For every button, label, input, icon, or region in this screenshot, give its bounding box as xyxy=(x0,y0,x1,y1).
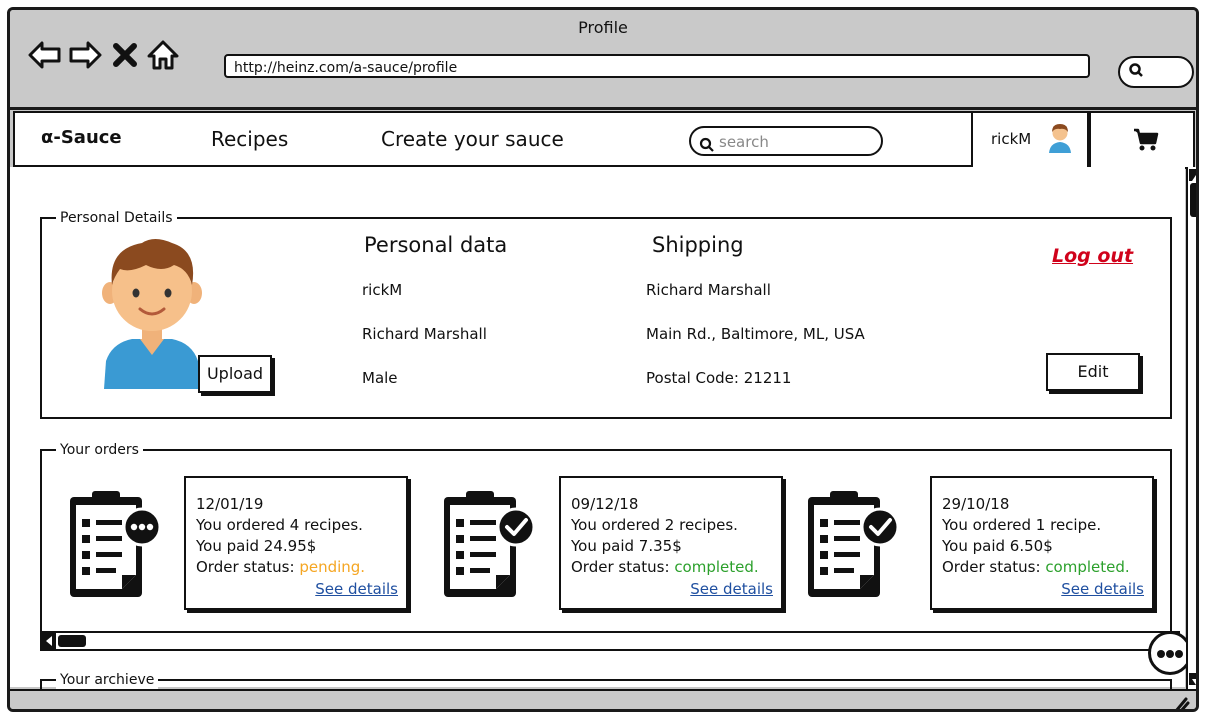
menu-item-create-sauce[interactable]: Create your sauce xyxy=(381,127,564,151)
personal-username: rickM xyxy=(362,281,403,299)
profile-avatar xyxy=(102,235,202,393)
site-search-input[interactable]: search xyxy=(689,126,883,156)
order-card: 09/12/18 You ordered 2 recipes. You paid… xyxy=(559,476,783,610)
shipping-postal-code: Postal Code: 21211 xyxy=(646,369,792,387)
browser-search-field[interactable] xyxy=(1118,56,1194,88)
scroll-thumb[interactable] xyxy=(1190,183,1196,217)
status-value: completed. xyxy=(1045,558,1130,576)
order-completed-icon xyxy=(804,489,900,605)
order-card: 12/01/19 You ordered 4 recipes. You paid… xyxy=(184,476,408,610)
archive-legend: Your archieve xyxy=(56,671,159,689)
browser-window: Profile http://heinz.com/a-sauce/profile… xyxy=(7,7,1199,712)
search-icon xyxy=(1128,62,1144,82)
cart-icon xyxy=(1133,127,1159,157)
see-details-link[interactable]: See details xyxy=(315,579,398,600)
scroll-thumb[interactable] xyxy=(58,635,86,647)
status-value: completed. xyxy=(674,558,759,576)
personal-data-heading: Personal data xyxy=(364,233,508,257)
order-date: 12/01/19 xyxy=(196,495,264,513)
order-card: 29/10/18 You ordered 1 recipe. You paid … xyxy=(930,476,1154,610)
order-summary: You ordered 1 recipe. xyxy=(942,516,1102,534)
stop-icon[interactable] xyxy=(108,38,142,72)
back-arrow-icon[interactable] xyxy=(28,38,62,72)
order-status: Order status: completed. xyxy=(942,558,1130,576)
see-details-link[interactable]: See details xyxy=(1061,579,1144,600)
order-summary: You ordered 2 recipes. xyxy=(571,516,738,534)
main-menu: α-Sauce Recipes Create your sauce search… xyxy=(13,111,1195,169)
window-title: Profile xyxy=(578,18,628,37)
orders-legend: Your orders xyxy=(56,441,143,459)
search-icon xyxy=(699,134,715,162)
upload-button[interactable]: Upload xyxy=(198,355,272,393)
order-date: 09/12/18 xyxy=(571,495,639,513)
orders-horizontal-scrollbar[interactable] xyxy=(40,631,1180,651)
order-completed-icon xyxy=(440,489,536,605)
shipping-address: Main Rd., Baltimore, ML, USA xyxy=(646,325,865,343)
page-content: Personal Details Upload Personal data Sh… xyxy=(10,167,1192,709)
browser-chrome: Profile http://heinz.com/a-sauce/profile xyxy=(10,10,1196,110)
resize-grip-icon[interactable] xyxy=(1170,693,1190,709)
order-pending-icon xyxy=(66,489,162,605)
shipping-heading: Shipping xyxy=(652,233,744,257)
url-bar[interactable]: http://heinz.com/a-sauce/profile xyxy=(224,54,1090,78)
personal-details-legend: Personal Details xyxy=(56,209,177,227)
user-avatar-icon xyxy=(1047,121,1073,157)
order-paid: You paid 24.95$ xyxy=(196,537,317,555)
personal-fullname: Richard Marshall xyxy=(362,325,487,343)
order-status: Order status: completed. xyxy=(571,558,759,576)
cart-tab[interactable] xyxy=(1089,111,1195,169)
status-value: pending. xyxy=(299,558,366,576)
order-summary: You ordered 4 recipes. xyxy=(196,516,363,534)
order-status: Order status: pending. xyxy=(196,558,366,576)
order-paid: You paid 7.35$ xyxy=(571,537,682,555)
scroll-left-icon[interactable] xyxy=(42,633,56,649)
home-icon[interactable] xyxy=(146,38,180,72)
status-bar xyxy=(10,689,1196,709)
scroll-down-icon[interactable] xyxy=(1189,673,1196,685)
personal-gender: Male xyxy=(362,369,398,387)
brand-logo[interactable]: α-Sauce xyxy=(41,127,122,148)
scroll-up-icon[interactable] xyxy=(1189,169,1196,181)
forward-arrow-icon[interactable] xyxy=(68,38,102,72)
order-paid: You paid 6.50$ xyxy=(942,537,1053,555)
logout-link[interactable]: Log out xyxy=(1052,245,1133,267)
shipping-name: Richard Marshall xyxy=(646,281,771,299)
see-details-link[interactable]: See details xyxy=(690,579,773,600)
order-date: 29/10/18 xyxy=(942,495,1010,513)
username: rickM xyxy=(991,130,1032,148)
menu-item-recipes[interactable]: Recipes xyxy=(211,127,288,151)
edit-button[interactable]: Edit xyxy=(1046,353,1140,391)
vertical-scrollbar[interactable] xyxy=(1186,167,1196,695)
user-menu-tab[interactable]: rickM xyxy=(971,111,1089,169)
ellipsis-icon xyxy=(1156,644,1184,663)
search-placeholder: search xyxy=(719,133,769,151)
personal-details-group: Personal Details Upload Personal data Sh… xyxy=(40,209,1172,419)
